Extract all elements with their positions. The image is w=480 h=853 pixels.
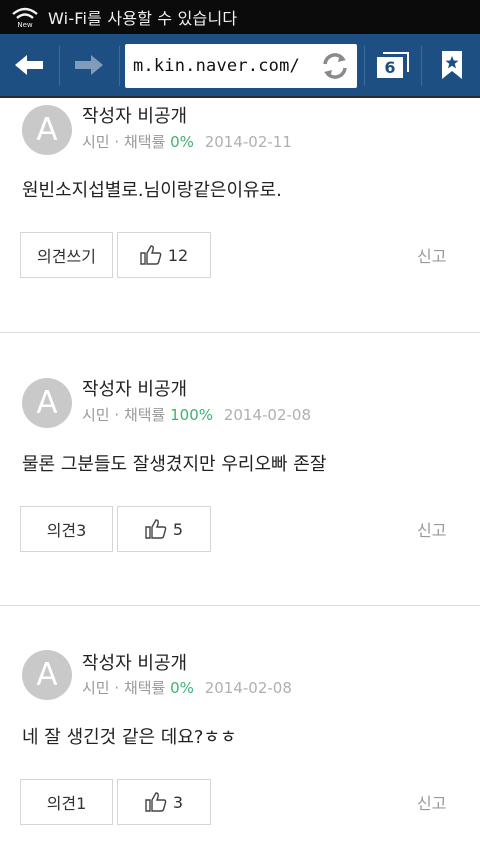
answer-content: 물론 그분들도 잘생겼지만 우리오빠 존잘 — [22, 454, 327, 475]
adoption-rate: 0% — [170, 679, 194, 697]
answer-item: A 작성자 비공개 시민 · 채택률 0% 2014-02-11 원빈소지섭별로… — [0, 98, 480, 333]
bookmark-star-icon — [442, 51, 462, 79]
thumbs-up-icon — [145, 792, 167, 812]
toolbar-divider — [364, 46, 365, 86]
svg-text:New: New — [17, 21, 33, 28]
like-count: 12 — [167, 245, 189, 265]
author-name: 작성자 비공개 — [82, 379, 188, 400]
author-name: 작성자 비공개 — [82, 653, 188, 674]
wifi-new-icon: New — [12, 7, 38, 28]
report-link[interactable]: 신고 — [417, 517, 446, 541]
avatar: A — [22, 105, 72, 155]
answer-content: 원빈소지섭별로.님이랑같은이유로. — [22, 180, 282, 201]
forward-button[interactable] — [60, 34, 118, 96]
adoption-rate-label: 채택률 — [123, 679, 166, 697]
report-link[interactable]: 신고 — [417, 243, 446, 267]
meta-separator: · — [114, 133, 120, 151]
author-rank: 시민 — [82, 679, 110, 697]
meta-separator: · — [114, 679, 120, 697]
tab-count: 6 — [377, 57, 403, 78]
author-rank: 시민 — [82, 406, 110, 424]
answer-content: 네 잘 생긴것 같은 데요?ㅎㅎ — [22, 727, 237, 748]
author-rank: 시민 — [82, 133, 110, 151]
answer-date: 2014-02-08 — [223, 406, 311, 424]
avatar: A — [22, 378, 72, 428]
author-meta: 시민 · 채택률 0% 2014-02-08 — [82, 677, 292, 698]
browser-toolbar: m.kin.naver.com/ 6 — [0, 34, 480, 98]
status-message: Wi-Fi를 사용할 수 있습니다 — [48, 9, 238, 28]
report-link[interactable]: 신고 — [417, 790, 446, 814]
opinion-button[interactable]: 의견3 — [20, 506, 113, 552]
answer-item: A 작성자 비공개 시민 · 채택률 100% 2014-02-08 물론 그분… — [0, 371, 480, 606]
adoption-rate: 100% — [170, 406, 214, 424]
status-bar: New Wi-Fi를 사용할 수 있습니다 — [0, 0, 480, 34]
author-name: 작성자 비공개 — [82, 106, 188, 127]
like-button[interactable]: 5 — [117, 506, 211, 552]
like-button[interactable]: 12 — [117, 232, 211, 278]
like-count: 3 — [172, 792, 184, 812]
answer-date: 2014-02-08 — [204, 679, 292, 697]
meta-separator: · — [114, 406, 120, 424]
author-meta: 시민 · 채택률 0% 2014-02-11 — [82, 131, 292, 152]
adoption-rate-label: 채택률 — [123, 406, 166, 424]
answer-divider — [0, 605, 480, 606]
url-text: m.kin.naver.com/ — [133, 56, 300, 76]
arrow-left-icon — [15, 55, 43, 75]
bookmark-button[interactable] — [424, 34, 480, 96]
toolbar-divider — [421, 46, 422, 86]
thumbs-up-icon — [140, 245, 162, 265]
back-button[interactable] — [0, 34, 58, 96]
arrow-right-icon — [75, 55, 103, 75]
adoption-rate: 0% — [170, 133, 194, 151]
reload-icon[interactable] — [319, 50, 351, 82]
answer-divider — [0, 332, 480, 333]
like-count: 5 — [172, 519, 184, 539]
answer-item: A 작성자 비공개 시민 · 채택률 0% 2014-02-08 네 잘 생긴것… — [0, 645, 480, 853]
tabs-button[interactable]: 6 — [368, 34, 418, 96]
address-bar[interactable]: m.kin.naver.com/ — [125, 44, 357, 88]
thumbs-up-icon — [145, 519, 167, 539]
answer-date: 2014-02-11 — [204, 133, 292, 151]
avatar: A — [22, 650, 72, 700]
opinion-button[interactable]: 의견1 — [20, 779, 113, 825]
toolbar-divider — [119, 46, 120, 86]
tabs-icon: 6 — [377, 52, 409, 78]
author-meta: 시민 · 채택률 100% 2014-02-08 — [82, 404, 311, 425]
opinion-button[interactable]: 의견쓰기 — [20, 232, 113, 278]
like-button[interactable]: 3 — [117, 779, 211, 825]
adoption-rate-label: 채택률 — [123, 133, 166, 151]
